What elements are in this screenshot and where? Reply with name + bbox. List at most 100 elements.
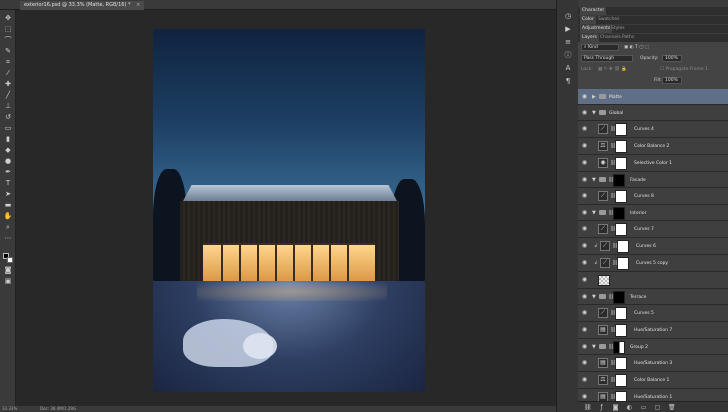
curves-icon[interactable]: ⟋	[598, 224, 608, 234]
layer-mask-thumbnail[interactable]	[615, 157, 627, 170]
layer-name[interactable]: Hue/Saturation 3	[634, 355, 672, 372]
healing-tool-icon[interactable]: ✚	[3, 80, 13, 89]
layer-mask-thumbnail[interactable]	[613, 207, 625, 220]
tab-layers[interactable]: Layers	[580, 34, 599, 42]
layer-mask-thumbnail[interactable]	[617, 257, 629, 270]
layer-row[interactable]: ◉ ↲ ⟋ ⛓ Curves 5 copy	[578, 255, 728, 272]
layer-name[interactable]: Curves 5 copy	[636, 255, 668, 272]
collapse-arrow-icon[interactable]: ▼	[592, 210, 596, 216]
delete-layer-icon[interactable]: 🗑	[668, 404, 676, 411]
layer-row[interactable]: ◉ ⟋ ⛓ Curves 8	[578, 188, 728, 205]
visibility-eye-icon[interactable]: ◉	[581, 327, 588, 333]
dodge-tool-icon[interactable]: ●	[3, 157, 13, 166]
gradient-tool-icon[interactable]: ▮	[3, 135, 13, 144]
tab-paths[interactable]: Paths	[620, 34, 636, 42]
layer-mask-thumbnail[interactable]	[615, 391, 627, 401]
layer-name[interactable]: Curves 4	[634, 121, 654, 138]
move-tool-icon[interactable]: ✥	[3, 14, 13, 23]
layer-mask-thumbnail[interactable]	[617, 240, 629, 253]
visibility-eye-icon[interactable]: ◉	[581, 344, 588, 350]
layer-name[interactable]: Terrace	[630, 289, 646, 306]
layer-mask-thumbnail[interactable]	[613, 341, 625, 354]
layer-mask-thumbnail[interactable]	[615, 190, 627, 203]
visibility-eye-icon[interactable]: ◉	[581, 394, 588, 400]
layer-row[interactable]: ◉ ⟋ ⛓ Curves 7	[578, 221, 728, 238]
layer-name[interactable]: Curves 6	[636, 238, 656, 255]
layer-mask-thumbnail[interactable]	[615, 357, 627, 370]
history-brush-tool-icon[interactable]: ↺	[3, 113, 13, 122]
layer-name[interactable]: Color Balance 2	[634, 138, 669, 155]
layer-name[interactable]: Hue/Saturation 7	[634, 322, 672, 339]
visibility-eye-icon[interactable]: ◉	[581, 160, 588, 166]
layer-group-row[interactable]: ◉ ▼ ⛓ Interior	[578, 205, 728, 221]
shape-tool-icon[interactable]: ▬	[3, 201, 13, 210]
curves-icon[interactable]: ⟋	[600, 241, 610, 251]
visibility-eye-icon[interactable]: ◉	[581, 126, 588, 132]
tab-swatches[interactable]: Swatches	[596, 16, 622, 24]
tab-character[interactable]: Character	[580, 7, 607, 15]
marquee-tool-icon[interactable]: ⬚	[3, 25, 13, 34]
layer-name[interactable]: Curves 7	[634, 221, 654, 238]
properties-icon[interactable]: ≡	[563, 38, 573, 46]
layer-group-row[interactable]: ◉ ▼ ⛓ Terrace	[578, 289, 728, 305]
visibility-eye-icon[interactable]: ◉	[581, 177, 588, 183]
layer-row[interactable]: ◉ ↲ ⟋ ⛓ Curves 6	[578, 238, 728, 255]
collapse-arrow-icon[interactable]: ▼	[592, 294, 596, 300]
propagate-frame-checkbox[interactable]: ☐ Propagate Frame 1	[660, 66, 708, 73]
character-icon[interactable]: A	[563, 64, 573, 72]
layer-name[interactable]: Interior	[630, 205, 646, 222]
layer-name[interactable]: Global	[609, 105, 623, 122]
canvas-area[interactable]	[17, 11, 556, 407]
background-color-swatch[interactable]	[7, 257, 13, 263]
layer-row[interactable]: ◉ ⟋ ⛓ Curves 5	[578, 305, 728, 322]
visibility-eye-icon[interactable]: ◉	[581, 94, 588, 100]
balance-icon[interactable]: ⚖	[598, 375, 608, 385]
layer-name[interactable]: Selective Color 1	[634, 155, 672, 172]
layer-mask-thumbnail[interactable]	[615, 123, 627, 136]
balance-icon[interactable]: ⚖	[598, 141, 608, 151]
crop-tool-icon[interactable]: ⌗	[3, 58, 13, 67]
stamp-tool-icon[interactable]: ⊥	[3, 102, 13, 111]
visibility-eye-icon[interactable]: ◉	[581, 226, 588, 232]
blend-mode-select[interactable]: Pass Through	[581, 55, 633, 62]
layer-mask-thumbnail[interactable]	[613, 174, 625, 187]
lasso-tool-icon[interactable]: ⌒	[3, 36, 13, 45]
layer-row[interactable]: ◉ ⚖ ⛓ Color Balance 2	[578, 138, 728, 155]
hand-tool-icon[interactable]: ✋	[3, 212, 13, 221]
tab-adjustments[interactable]: Adjustments	[580, 25, 613, 33]
layer-name[interactable]: Hue/Saturation 1	[634, 389, 672, 401]
close-tab-icon[interactable]: ×	[136, 2, 140, 8]
tab-color[interactable]: Color	[580, 16, 596, 24]
visibility-eye-icon[interactable]: ◉	[581, 294, 588, 300]
eyedropper-tool-icon[interactable]: ⁄	[3, 69, 13, 78]
curves-icon[interactable]: ⟋	[598, 191, 608, 201]
layer-row[interactable]: ◉	[578, 272, 728, 289]
path-select-tool-icon[interactable]: ➤	[3, 190, 13, 199]
tab-styles[interactable]: Styles	[609, 25, 627, 33]
eraser-tool-icon[interactable]: ▭	[3, 124, 13, 133]
layer-row[interactable]: ◉ ▤ ⛓ Hue/Saturation 1	[578, 389, 728, 401]
quick-mask-icon[interactable]: ◙	[3, 266, 13, 275]
visibility-eye-icon[interactable]: ◉	[581, 310, 588, 316]
filter-kind-select[interactable]: ⌕ Kind	[581, 44, 619, 51]
actions-icon[interactable]: ▶	[563, 25, 573, 33]
layer-mask-thumbnail[interactable]	[615, 140, 627, 153]
visibility-eye-icon[interactable]: ◉	[581, 360, 588, 366]
layer-row[interactable]: ◉ ▤ ⛓ Hue/Saturation 3	[578, 355, 728, 372]
layer-mask-thumbnail[interactable]	[615, 324, 627, 337]
layer-group-row[interactable]: ◉ ▶ Matte	[578, 89, 728, 105]
collapse-arrow-icon[interactable]: ▼	[592, 177, 596, 183]
huesat-icon[interactable]: ▤	[598, 392, 608, 401]
type-tool-icon[interactable]: T	[3, 179, 13, 188]
zoom-level[interactable]: 33.33%	[2, 406, 17, 412]
layer-row[interactable]: ◉ ⟋ ⛓ Curves 4	[578, 121, 728, 138]
more-tools-icon[interactable]: ⋯	[3, 234, 13, 243]
history-icon[interactable]: ◷	[563, 12, 573, 20]
visibility-eye-icon[interactable]: ◉	[581, 277, 588, 283]
collapse-arrow-icon[interactable]: ▼	[592, 110, 596, 116]
visibility-eye-icon[interactable]: ◉	[581, 210, 588, 216]
layer-mask-thumbnail[interactable]	[615, 307, 627, 320]
layer-row[interactable]: ◉ ▤ ⛓ Hue/Saturation 7	[578, 322, 728, 339]
link-layers-icon[interactable]: ⛓	[584, 404, 592, 411]
layer-name[interactable]: Curves 8	[634, 188, 654, 205]
